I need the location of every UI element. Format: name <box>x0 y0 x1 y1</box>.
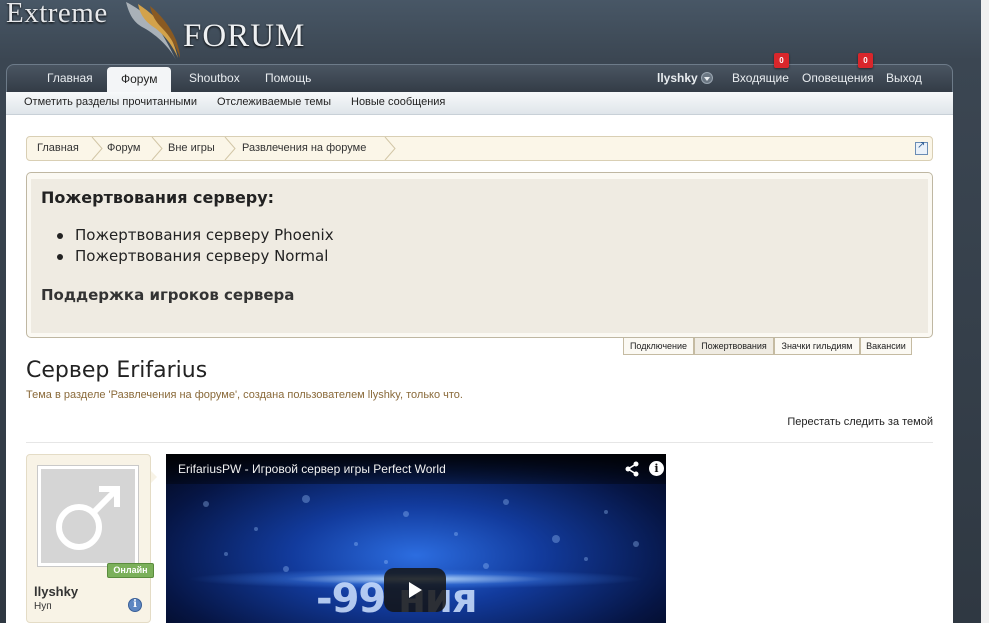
scrollbar[interactable] <box>981 0 989 623</box>
tab-home[interactable]: Главная <box>41 69 99 93</box>
thread-meta: Тема в разделе 'Развлечения на форуме', … <box>26 389 463 401</box>
notice-title: Пожертвования серверу: <box>41 188 275 207</box>
post-author-rank: Нуп <box>34 601 52 612</box>
post-author-name[interactable]: llyshky <box>34 584 78 599</box>
logout-link[interactable]: Выход <box>886 69 922 87</box>
external-link-icon[interactable] <box>915 140 928 155</box>
male-symbol-icon <box>41 469 135 563</box>
notice-tab-connect[interactable]: Подключение <box>623 338 694 355</box>
tab-forum[interactable]: Форум <box>107 67 172 93</box>
watched-threads-link[interactable]: Отслеживаемые темы <box>217 96 331 108</box>
divider <box>26 442 933 443</box>
notice-subtitle: Поддержка игроков сервера <box>41 286 295 304</box>
post-author-card: Онлайн llyshky Нуп i <box>26 454 157 623</box>
user-menu[interactable]: llyshky <box>657 69 713 87</box>
breadcrumb-forum[interactable]: Форум <box>107 137 140 160</box>
notice-tab-vacancies[interactable]: Вакансии <box>860 338 912 355</box>
notice-link-normal[interactable]: Пожертвования серверу Normal <box>55 246 334 267</box>
inbox-link[interactable]: Входящие <box>732 69 789 87</box>
tab-help[interactable]: Помощь <box>259 69 317 93</box>
notice-block: Пожертвования серверу: Пожертвования сер… <box>26 172 933 338</box>
avatar[interactable] <box>37 465 139 567</box>
share-icon[interactable] <box>624 461 640 477</box>
notice-link-phoenix[interactable]: Пожертвования серверу Phoenix <box>55 225 334 246</box>
alerts-link[interactable]: Оповещения <box>802 69 874 87</box>
tab-shoutbox[interactable]: Shoutbox <box>183 69 246 93</box>
online-status-badge: Онлайн <box>107 563 154 578</box>
breadcrumb-entertainment[interactable]: Развлечения на форуме <box>242 137 366 160</box>
mark-read-link[interactable]: Отметить разделы прочитанными <box>24 96 197 108</box>
info-icon[interactable]: i <box>128 598 142 612</box>
breadcrumb-home[interactable]: Главная <box>37 137 79 160</box>
video-info-icon[interactable]: i <box>649 461 664 476</box>
video-title-bar: ErifariusPW - Игровой сервер игры Perfec… <box>166 454 666 484</box>
alerts-count-badge: 0 <box>858 53 873 68</box>
thread-title: Сервер Erifarius <box>26 358 208 383</box>
site-header: Extreme FORUM <box>0 0 989 66</box>
breadcrumb-separator-icon <box>91 137 103 160</box>
unwatch-thread-link[interactable]: Перестать следить за темой <box>787 416 933 428</box>
notice-tab-guild-badges[interactable]: Значки гильдиям <box>774 338 860 355</box>
breadcrumb-separator-icon <box>384 137 396 160</box>
logo-text-extreme[interactable]: Extreme <box>6 0 108 30</box>
logo-text-forum[interactable]: FORUM <box>183 18 305 55</box>
sub-nav: Отметить разделы прочитанными Отслеживае… <box>6 92 953 115</box>
wing-logo-icon[interactable] <box>118 0 188 62</box>
video-title[interactable]: ErifariusPW - Игровой сервер игры Perfec… <box>178 462 446 476</box>
main-nav: Главная Форум Shoutbox Помощь llyshky Вх… <box>6 53 953 93</box>
embedded-video[interactable]: -99 ния ErifariusPW - Игровой сервер игр… <box>166 454 666 623</box>
breadcrumb-offgame[interactable]: Вне игры <box>168 137 215 160</box>
inbox-count-badge: 0 <box>774 53 789 68</box>
notice-tab-donations[interactable]: Пожертвования <box>694 338 774 355</box>
new-posts-link[interactable]: Новые сообщения <box>351 96 445 108</box>
page-content: Главная Форум Вне игры Развлечения на фо… <box>6 115 953 623</box>
breadcrumb: Главная Форум Вне игры Развлечения на фо… <box>26 136 933 161</box>
breadcrumb-separator-icon <box>224 137 236 160</box>
play-button[interactable] <box>384 568 446 612</box>
username-label: llyshky <box>657 71 698 85</box>
notice-list: Пожертвования серверу Phoenix Пожертвова… <box>55 225 334 267</box>
notice-body: Пожертвования серверу: Пожертвования сер… <box>31 179 928 333</box>
breadcrumb-separator-icon <box>151 137 163 160</box>
chevron-down-icon <box>700 72 713 84</box>
